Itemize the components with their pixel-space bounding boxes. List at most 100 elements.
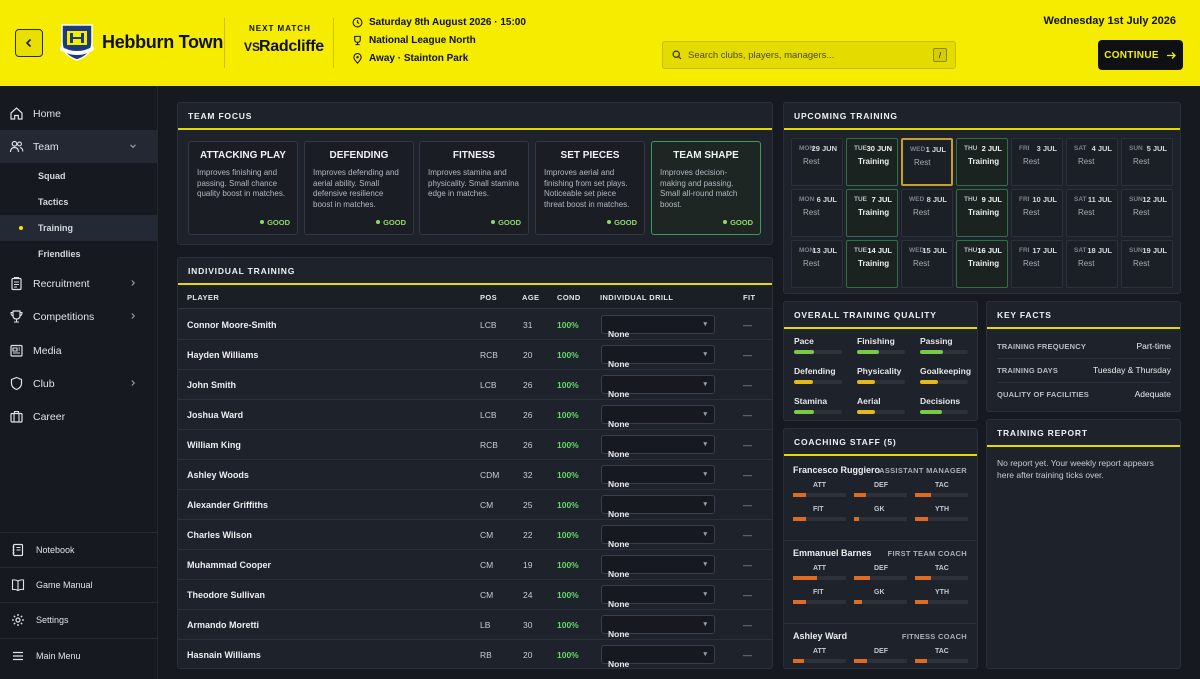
- player-name[interactable]: Muhammad Cooper: [187, 560, 271, 570]
- table-row[interactable]: Joshua Ward LCB 26 100% None ▾ —: [178, 400, 772, 430]
- sidebar-subitem-tactics[interactable]: Tactics: [0, 189, 157, 215]
- sidebar-item-club[interactable]: Club: [0, 367, 157, 400]
- table-row[interactable]: Hasnain Williams RB 20 100% None ▾ —: [178, 640, 772, 668]
- training-day-cell[interactable]: SAT 18 JUL Rest: [1066, 240, 1118, 288]
- drill-select[interactable]: None ▾: [601, 405, 715, 429]
- drill-select[interactable]: None ▾: [601, 645, 715, 668]
- training-day-cell[interactable]: THU 16 JUL Training: [956, 240, 1008, 288]
- focus-option-title: FITNESS: [452, 150, 496, 161]
- training-day-cell[interactable]: MON 29 JUN Rest: [791, 138, 843, 186]
- drill-select[interactable]: None ▾: [601, 465, 715, 489]
- day-label: SUN: [1129, 247, 1143, 254]
- sidebar-item-notebook[interactable]: Notebook: [0, 532, 157, 567]
- sidebar-item-media[interactable]: Media: [0, 334, 157, 367]
- training-day-cell[interactable]: SUN 12 JUL Rest: [1121, 189, 1173, 237]
- focus-option-team-shape[interactable]: TEAM SHAPE Improves decision-making and …: [651, 141, 761, 235]
- sidebar-item-competitions[interactable]: Competitions: [0, 300, 157, 333]
- table-row[interactable]: John Smith LCB 26 100% None ▾ —: [178, 370, 772, 400]
- training-day-cell[interactable]: MON 6 JUL Rest: [791, 189, 843, 237]
- player-name[interactable]: Ashley Woods: [187, 470, 249, 480]
- chevron-down-icon: ▾: [703, 351, 707, 358]
- search-input[interactable]: [688, 49, 928, 61]
- opponent-name[interactable]: Radcliffe: [259, 38, 324, 56]
- player-name[interactable]: Alexander Griffiths: [187, 500, 268, 510]
- drill-select[interactable]: None ▾: [601, 375, 715, 399]
- player-name[interactable]: Hayden Williams: [187, 350, 258, 360]
- gear-icon: [12, 614, 24, 626]
- col-age[interactable]: AGE: [522, 293, 539, 302]
- drill-select[interactable]: None ▾: [601, 555, 715, 579]
- training-day-cell[interactable]: WED 15 JUL Rest: [901, 240, 953, 288]
- table-row[interactable]: Ashley Woods CDM 32 100% None ▾ —: [178, 460, 772, 490]
- player-name[interactable]: John Smith: [187, 380, 236, 390]
- sidebar-item-settings[interactable]: Settings: [0, 602, 157, 637]
- training-day-cell[interactable]: THU 9 JUL Training: [956, 189, 1008, 237]
- player-name[interactable]: Theodore Sullivan: [187, 590, 265, 600]
- coach-name[interactable]: Francesco Ruggiero: [793, 465, 880, 475]
- training-day-cell[interactable]: WED 8 JUL Rest: [901, 189, 953, 237]
- training-day-cell[interactable]: THU 2 JUL Training: [956, 138, 1008, 186]
- sidebar-subitem-squad[interactable]: Squad: [0, 163, 157, 189]
- search-shortcut-key: /: [933, 48, 947, 62]
- training-day-cell[interactable]: SUN 19 JUL Rest: [1121, 240, 1173, 288]
- player-name[interactable]: Charles Wilson: [187, 530, 252, 540]
- training-day-cell[interactable]: TUE 7 JUL Training: [846, 189, 898, 237]
- table-row[interactable]: Muhammad Cooper CM 19 100% None ▾ —: [178, 550, 772, 580]
- col-player[interactable]: PLAYER: [187, 293, 219, 302]
- player-name[interactable]: Joshua Ward: [187, 410, 243, 420]
- training-day-cell[interactable]: TUE 30 JUN Training: [846, 138, 898, 186]
- table-row[interactable]: Connor Moore-Smith LCB 31 100% None ▾ —: [178, 310, 772, 340]
- drill-select[interactable]: None ▾: [601, 435, 715, 459]
- training-day-cell[interactable]: FRI 10 JUL Rest: [1011, 189, 1063, 237]
- sidebar-item-main-menu[interactable]: Main Menu: [0, 638, 157, 673]
- player-name[interactable]: Connor Moore-Smith: [187, 320, 277, 330]
- table-row[interactable]: Alexander Griffiths CM 25 100% None ▾ —: [178, 490, 772, 520]
- day-label: FRI: [1019, 247, 1030, 254]
- coach-name[interactable]: Ashley Ward: [793, 631, 847, 641]
- drill-select[interactable]: None ▾: [601, 315, 715, 339]
- table-row[interactable]: Theodore Sullivan CM 24 100% None ▾ —: [178, 580, 772, 610]
- sidebar-item-team[interactable]: Team: [0, 130, 157, 163]
- clipboard-icon: [11, 276, 22, 291]
- player-age: 31: [523, 320, 533, 330]
- training-day-cell[interactable]: MON 13 JUL Rest: [791, 240, 843, 288]
- sidebar-item-career[interactable]: Career: [0, 400, 157, 433]
- sidebar-subitem-training[interactable]: Training: [0, 215, 157, 241]
- sidebar-item-home[interactable]: Home: [0, 97, 157, 130]
- player-name[interactable]: Hasnain Williams: [187, 650, 261, 660]
- sidebar-item-recruitment[interactable]: Recruitment: [0, 267, 157, 300]
- training-day-cell[interactable]: FRI 17 JUL Rest: [1011, 240, 1063, 288]
- drill-select[interactable]: None ▾: [601, 615, 715, 639]
- player-name[interactable]: William King: [187, 440, 241, 450]
- player-fit: —: [743, 320, 752, 330]
- coach-name[interactable]: Emmanuel Barnes: [793, 548, 872, 558]
- search-bar[interactable]: /: [662, 41, 956, 69]
- continue-button[interactable]: CONTINUE: [1098, 40, 1183, 70]
- match-datetime-text: Saturday 8th August 2026 · 15:00: [369, 17, 526, 28]
- sidebar-subitem-friendlies[interactable]: Friendlies: [0, 241, 157, 267]
- table-row[interactable]: Charles Wilson CM 22 100% None ▾ —: [178, 520, 772, 550]
- back-button[interactable]: [15, 29, 43, 57]
- training-day-cell[interactable]: FRI 3 JUL Rest: [1011, 138, 1063, 186]
- drill-select[interactable]: None ▾: [601, 525, 715, 549]
- training-day-cell[interactable]: WED 1 JUL Rest: [901, 138, 953, 186]
- focus-option-set-pieces[interactable]: SET PIECES Improves aerial and finishing…: [535, 141, 645, 235]
- focus-option-attacking-play[interactable]: ATTACKING PLAY Improves finishing and pa…: [188, 141, 298, 235]
- training-day-cell[interactable]: SUN 5 JUL Rest: [1121, 138, 1173, 186]
- focus-option-defending[interactable]: DEFENDING Improves defending and aerial …: [304, 141, 414, 235]
- table-row[interactable]: Armando Moretti LB 30 100% None ▾ —: [178, 610, 772, 640]
- drill-select[interactable]: None ▾: [601, 585, 715, 609]
- sidebar-item-game-manual[interactable]: Game Manual: [0, 567, 157, 602]
- day-type: Rest: [1023, 208, 1040, 217]
- drill-select[interactable]: None ▾: [601, 495, 715, 519]
- drill-select[interactable]: None ▾: [601, 345, 715, 369]
- training-day-cell[interactable]: SAT 11 JUL Rest: [1066, 189, 1118, 237]
- col-pos[interactable]: POS: [480, 293, 497, 302]
- table-row[interactable]: William King RCB 26 100% None ▾ —: [178, 430, 772, 460]
- player-name[interactable]: Armando Moretti: [187, 620, 259, 630]
- training-day-cell[interactable]: TUE 14 JUL Training: [846, 240, 898, 288]
- focus-option-fitness[interactable]: FITNESS Improves stamina and physicality…: [419, 141, 529, 235]
- training-day-cell[interactable]: SAT 4 JUL Rest: [1066, 138, 1118, 186]
- col-cond[interactable]: COND: [557, 293, 581, 302]
- table-row[interactable]: Hayden Williams RCB 20 100% None ▾ —: [178, 340, 772, 370]
